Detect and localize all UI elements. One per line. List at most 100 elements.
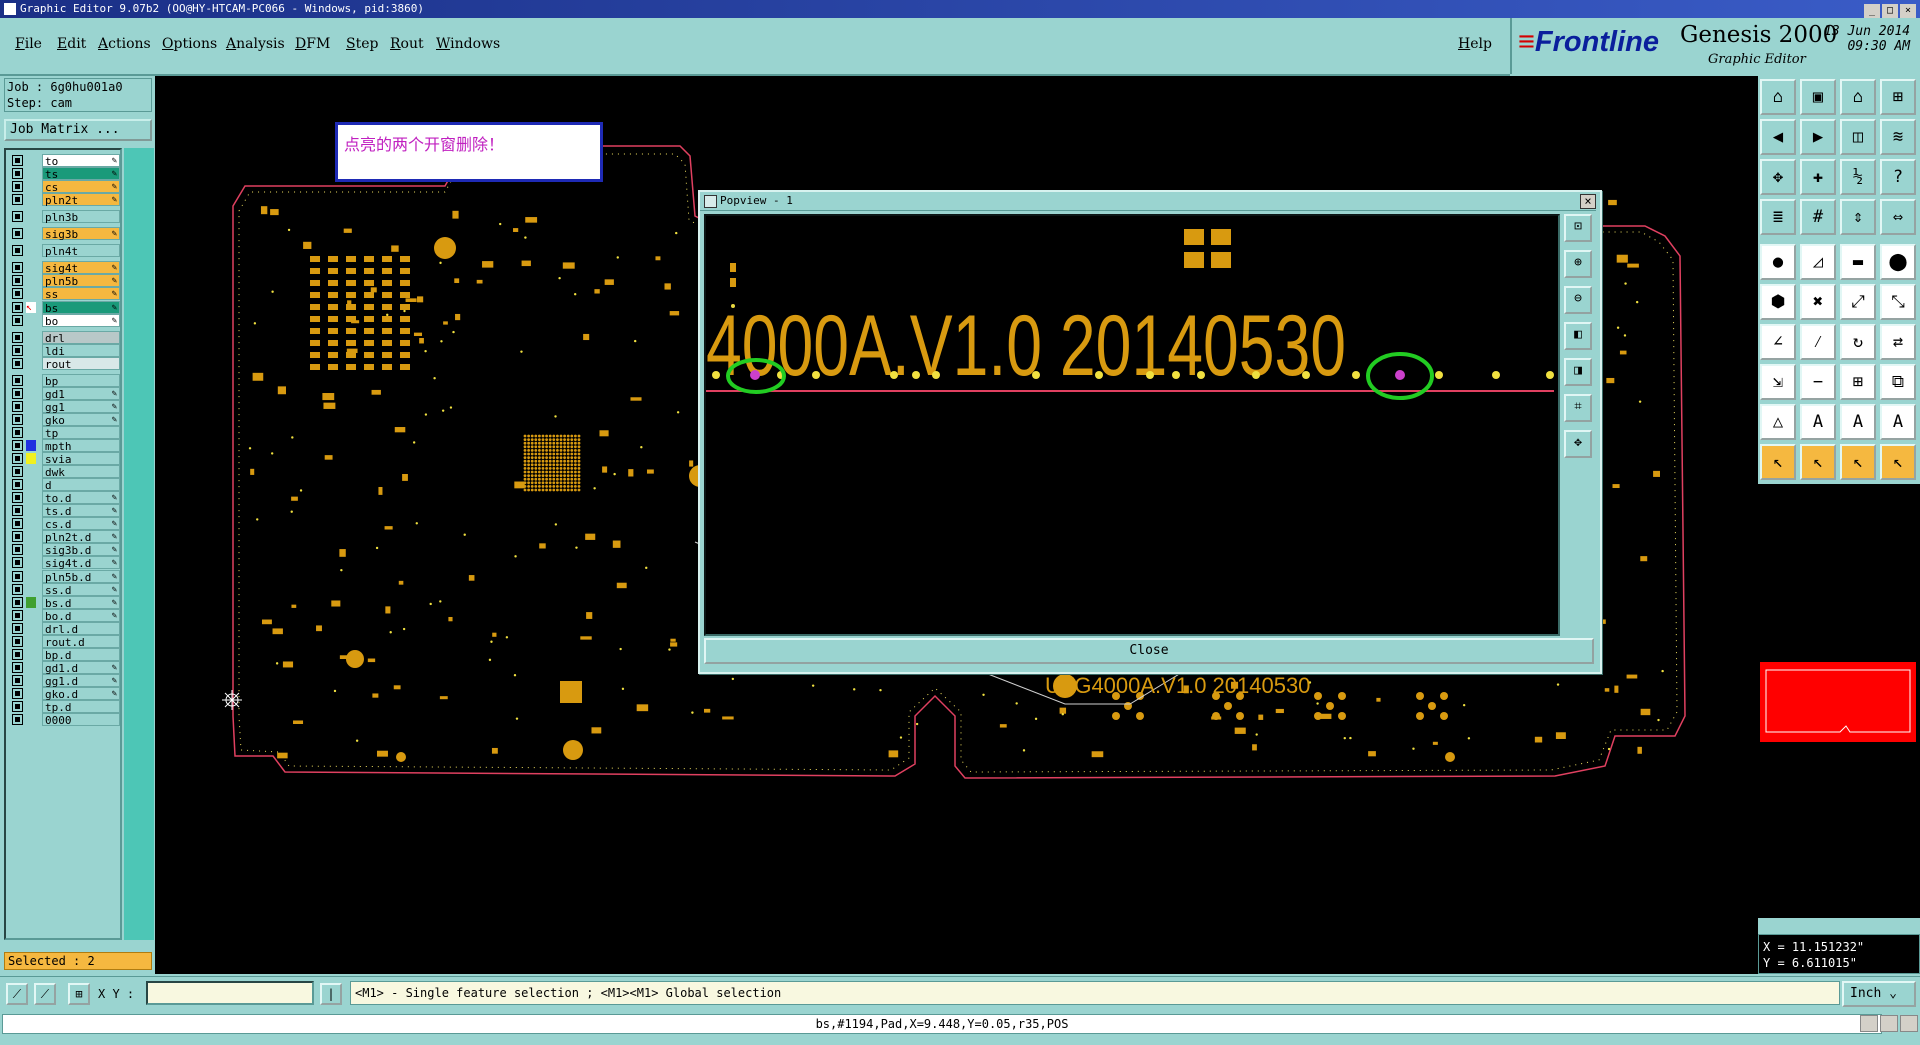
- select-multi-icon[interactable]: ↖: [1880, 444, 1916, 480]
- popview-close-button[interactable]: Close: [704, 638, 1594, 664]
- menu-options[interactable]: Options: [162, 36, 217, 52]
- pan-right-icon[interactable]: ▶: [1800, 119, 1836, 155]
- add-surface-icon[interactable]: ◿: [1800, 244, 1836, 280]
- layer-name[interactable]: ldi: [42, 343, 120, 358]
- copy-tool-icon[interactable]: ⧉: [1880, 364, 1916, 400]
- layer-name[interactable]: ss ✎: [42, 287, 120, 301]
- status-icon-1[interactable]: [1860, 1015, 1878, 1032]
- layer-scrollbar[interactable]: [124, 148, 154, 940]
- popview-zoom-view[interactable]: 4000A.V1.0 20140530: [706, 216, 1554, 630]
- layer-checkbox[interactable]: [12, 413, 23, 425]
- layer-row-to.d[interactable]: to.d ✎: [10, 491, 120, 505]
- layer-name[interactable]: bs.d ✎: [42, 595, 120, 610]
- layer-row-gd1[interactable]: gd1 ✎: [10, 386, 120, 401]
- layer-color-swatch[interactable]: [26, 714, 36, 725]
- layer-row-gd1.d[interactable]: gd1.d ✎: [10, 660, 120, 675]
- layer-color-swatch[interactable]: [26, 194, 36, 205]
- layer-checkbox[interactable]: [12, 314, 23, 326]
- layer-row-ts[interactable]: ts ✎: [10, 167, 120, 181]
- layer-name[interactable]: pln2t.d ✎: [42, 530, 120, 544]
- maximize-button[interactable]: □: [1882, 4, 1898, 18]
- layer-color-swatch[interactable]: [26, 479, 36, 490]
- help-query-icon[interactable]: ?: [1880, 159, 1916, 195]
- layer-name[interactable]: d: [42, 478, 120, 492]
- layer-name[interactable]: sig3b.d ✎: [42, 543, 120, 557]
- layer-color-swatch[interactable]: [26, 181, 36, 192]
- layer-checkbox[interactable]: [12, 228, 23, 240]
- layer-checkbox[interactable]: [12, 714, 23, 726]
- popview-center-icon[interactable]: ✥: [1564, 430, 1592, 458]
- layer-row-bp.d[interactable]: bp.d: [10, 647, 120, 662]
- layer-color-swatch[interactable]: [26, 358, 36, 369]
- layer-row-gg1.d[interactable]: gg1.d ✎: [10, 673, 120, 688]
- layer-color-swatch[interactable]: [26, 288, 36, 299]
- layer-name[interactable]: gko ✎: [42, 412, 120, 427]
- layer-row-dwk[interactable]: dwk: [10, 465, 120, 479]
- angle-tool-icon[interactable]: ∠: [1760, 324, 1796, 360]
- popview-close-icon[interactable]: ×: [1580, 194, 1596, 209]
- layer-row-bp[interactable]: bp: [10, 373, 120, 388]
- layer-row-0000[interactable]: 0000: [10, 713, 120, 727]
- mirror-tool-icon[interactable]: ⇄: [1880, 324, 1916, 360]
- scale-1-2-icon[interactable]: ½: [1840, 159, 1876, 195]
- select-pointer-icon[interactable]: ↖: [1760, 444, 1796, 480]
- layer-stack-icon[interactable]: ≣: [1760, 199, 1796, 235]
- popview-canvas[interactable]: 4000A.V1.0 20140530: [704, 214, 1560, 636]
- layer-checkbox[interactable]: [12, 557, 23, 569]
- layer-row-tp[interactable]: tp: [10, 425, 120, 440]
- layer-color-swatch[interactable]: [26, 440, 36, 451]
- layer-name[interactable]: sig4t.d ✎: [42, 556, 120, 570]
- layer-row-ldi[interactable]: ldi: [10, 343, 120, 358]
- layer-checkbox[interactable]: [12, 701, 23, 712]
- array-tool-icon[interactable]: ⊞: [1840, 364, 1876, 400]
- layer-color-swatch[interactable]: [26, 453, 36, 465]
- layer-color-swatch[interactable]: [26, 662, 36, 673]
- layer-name[interactable]: sig3b ✎: [42, 227, 120, 241]
- layer-checkbox[interactable]: [12, 181, 23, 193]
- layer-checkbox[interactable]: [12, 570, 23, 582]
- text-a-fill-icon[interactable]: A: [1840, 404, 1876, 440]
- layer-name[interactable]: drl.d: [42, 621, 120, 636]
- layer-color-swatch[interactable]: [26, 610, 36, 621]
- measure-icon[interactable]: ⟋: [34, 983, 56, 1005]
- layer-color-swatch[interactable]: [26, 466, 36, 477]
- layer-row-mpth[interactable]: mpth: [10, 439, 120, 453]
- layer-color-swatch[interactable]: [26, 315, 36, 326]
- layer-checkbox[interactable]: [12, 440, 23, 451]
- layer-checkbox[interactable]: [12, 544, 23, 556]
- layer-color-swatch[interactable]: [26, 388, 36, 399]
- layer-row-ss.d[interactable]: ss.d ✎: [10, 582, 120, 597]
- snap-icon[interactable]: ⟋: [6, 983, 28, 1005]
- zoom-save-icon[interactable]: ▣: [1800, 79, 1836, 115]
- triangle-red-icon[interactable]: △: [1760, 404, 1796, 440]
- layer-name[interactable]: 0000: [42, 713, 120, 727]
- measure-red-icon[interactable]: ⇕: [1840, 199, 1876, 235]
- layer-color-swatch[interactable]: [26, 584, 36, 595]
- layer-checkbox[interactable]: [12, 531, 23, 543]
- layer-name[interactable]: ts.d ✎: [42, 504, 120, 518]
- pan-left-icon[interactable]: ◀: [1760, 119, 1796, 155]
- connect-nodes-icon[interactable]: ⬢: [1760, 284, 1796, 320]
- layer-name[interactable]: gg1 ✎: [42, 399, 120, 414]
- layer-name[interactable]: svia: [42, 452, 120, 466]
- measure-blue-icon[interactable]: ⇔: [1880, 199, 1916, 235]
- layer-row-pln2t[interactable]: pln2t ✎: [10, 193, 120, 207]
- menu-actions[interactable]: Actions: [98, 36, 151, 52]
- layer-row-pln3b[interactable]: pln3b: [10, 210, 120, 224]
- layer-checkbox[interactable]: [12, 331, 23, 343]
- layer-checkbox[interactable]: [12, 400, 23, 412]
- window-split-icon[interactable]: ⊞: [1880, 79, 1916, 115]
- layer-name[interactable]: sig4t ✎: [42, 261, 120, 275]
- layer-row-gko[interactable]: gko ✎: [10, 412, 120, 427]
- layer-color-swatch[interactable]: [26, 701, 36, 712]
- layer-checkbox[interactable]: [12, 674, 23, 686]
- layer-name[interactable]: gg1.d ✎: [42, 673, 120, 688]
- layer-color-swatch[interactable]: [26, 505, 36, 516]
- layer-checkbox[interactable]: [12, 262, 23, 274]
- layer-row-ss[interactable]: ss ✎: [10, 287, 120, 301]
- popview-zoom-out-icon[interactable]: ⊖: [1564, 286, 1592, 314]
- layer-color-swatch[interactable]: [26, 262, 36, 273]
- layer-checkbox[interactable]: [12, 211, 23, 223]
- layer-row-pln5b[interactable]: pln5b ✎: [10, 274, 120, 288]
- popview-zoom-box-icon[interactable]: ⌗: [1564, 394, 1592, 422]
